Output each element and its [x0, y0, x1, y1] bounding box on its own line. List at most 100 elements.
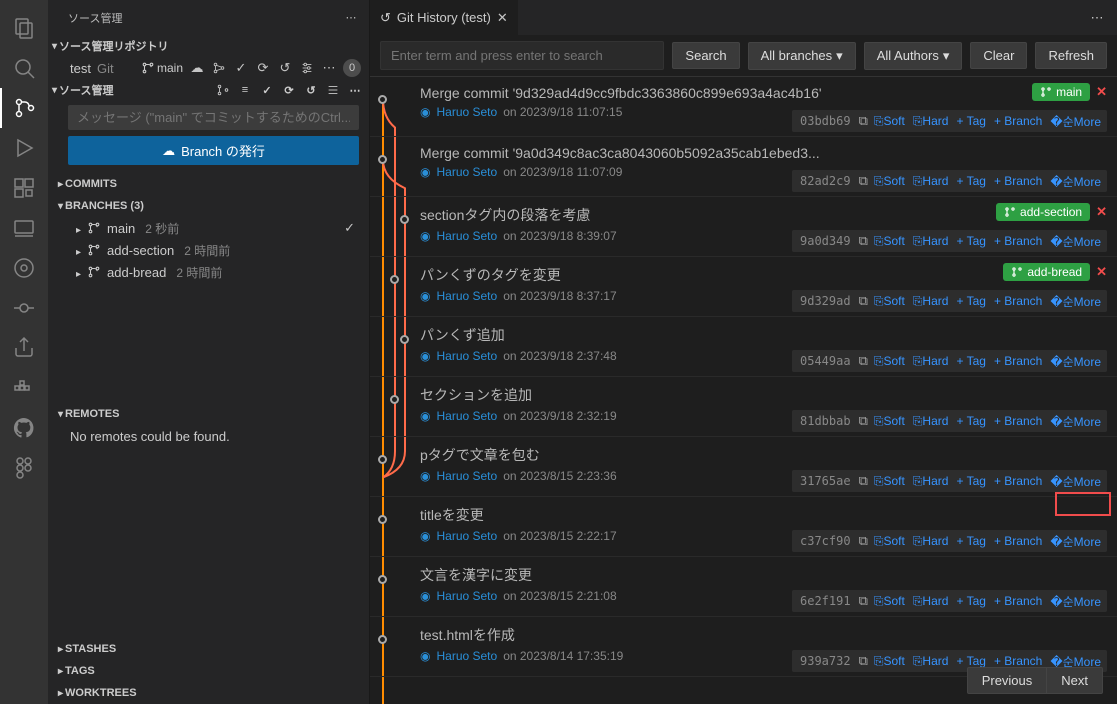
gitlens-icon[interactable]: [0, 248, 48, 288]
soft-reset-link[interactable]: ⎘Soft: [872, 654, 907, 669]
clipboard-icon[interactable]: ⧉: [859, 653, 868, 669]
branch-link[interactable]: + Branch: [992, 474, 1044, 488]
branch-item[interactable]: add-section 2 時間前: [48, 239, 369, 261]
tag-link[interactable]: + Tag: [954, 414, 987, 428]
remotes-section-header[interactable]: REMOTES: [48, 403, 369, 425]
more-link[interactable]: �순More: [1048, 173, 1103, 190]
tag-link[interactable]: + Tag: [954, 474, 987, 488]
soft-reset-link[interactable]: ⎘Soft: [872, 294, 907, 309]
eye-icon[interactable]: ◉: [420, 229, 430, 243]
more-icon[interactable]: ⋯: [343, 7, 359, 29]
more-icon[interactable]: ⋯: [1089, 7, 1105, 29]
tab-git-history[interactable]: ↺ Git History (test) ✕: [370, 0, 519, 35]
check-icon[interactable]: ✓: [233, 57, 249, 79]
stashes-section-header[interactable]: STASHES: [48, 638, 369, 660]
tag-link[interactable]: + Tag: [954, 354, 987, 368]
tag-link[interactable]: + Tag: [954, 594, 987, 608]
clipboard-icon[interactable]: ⧉: [859, 293, 868, 309]
branch-link[interactable]: + Branch: [992, 594, 1044, 608]
commit-row[interactable]: pタグで文章を包む ◉ Haruo Seto on 2023/8/15 2:23…: [370, 437, 1117, 497]
scm-section-header[interactable]: ソース管理 ≡ ✓ ⟳ ↺ ⋯: [48, 79, 369, 101]
commit-author[interactable]: Haruo Seto: [436, 529, 497, 543]
publish-branch-button[interactable]: ☁ Branch の発行: [68, 136, 359, 165]
search-button[interactable]: Search: [672, 42, 739, 69]
hard-reset-link[interactable]: ⎘Hard: [911, 654, 951, 669]
debug-icon[interactable]: [0, 128, 48, 168]
hard-reset-link[interactable]: ⎘Hard: [911, 234, 951, 249]
branch-badge[interactable]: add-bread: [1003, 263, 1090, 281]
source-control-icon[interactable]: [0, 88, 48, 128]
clipboard-icon[interactable]: ⧉: [859, 173, 868, 189]
commit-row[interactable]: add-section ✕ sectionタグ内の段落を考慮 ◉ Haruo S…: [370, 197, 1117, 257]
graph-icon[interactable]: [215, 79, 231, 101]
branches-section-header[interactable]: BRANCHES (3): [48, 195, 369, 217]
search-input[interactable]: [380, 41, 664, 70]
commit-author[interactable]: Haruo Seto: [436, 349, 497, 363]
delete-branch-icon[interactable]: ✕: [1096, 204, 1107, 220]
tag-link[interactable]: + Tag: [954, 534, 987, 548]
commits-section-header[interactable]: COMMITS: [48, 173, 369, 195]
commit-row[interactable]: セクションを追加 ◉ Haruo Seto on 2023/9/18 2:32:…: [370, 377, 1117, 437]
hard-reset-link[interactable]: ⎘Hard: [911, 594, 951, 609]
clipboard-icon[interactable]: ⧉: [859, 413, 868, 429]
soft-reset-link[interactable]: ⎘Soft: [872, 174, 907, 189]
branch-badge[interactable]: add-section: [996, 203, 1090, 221]
branch-item[interactable]: main 2 秒前 ✓: [48, 217, 369, 239]
delete-branch-icon[interactable]: ✕: [1096, 264, 1107, 280]
refresh-icon[interactable]: ⟳: [281, 79, 297, 101]
branch-indicator[interactable]: main: [141, 61, 183, 75]
github-icon[interactable]: [0, 408, 48, 448]
figma-icon[interactable]: [0, 448, 48, 488]
repo-row[interactable]: test Git main ☁ ✓ ⟳ ↺ ⋯ 0: [48, 57, 369, 79]
hard-reset-link[interactable]: ⎘Hard: [911, 114, 951, 129]
clipboard-icon[interactable]: ⧉: [859, 353, 868, 369]
commit-row[interactable]: 文言を漢字に変更 ◉ Haruo Seto on 2023/8/15 2:21:…: [370, 557, 1117, 617]
more-icon[interactable]: ⋯: [347, 79, 363, 101]
commit-row[interactable]: titleを変更 ◉ Haruo Seto on 2023/8/15 2:22:…: [370, 497, 1117, 557]
commits-icon[interactable]: [0, 288, 48, 328]
list-icon[interactable]: ≡: [237, 79, 253, 101]
hard-reset-link[interactable]: ⎘Hard: [911, 354, 951, 369]
more-link[interactable]: �순More: [1048, 233, 1103, 250]
soft-reset-link[interactable]: ⎘Soft: [872, 594, 907, 609]
commit-row[interactable]: add-bread ✕ パンくずのタグを変更 ◉ Haruo Seto on 2…: [370, 257, 1117, 317]
branch-link[interactable]: + Branch: [992, 174, 1044, 188]
commit-author[interactable]: Haruo Seto: [436, 469, 497, 483]
check-icon[interactable]: ✓: [259, 79, 275, 101]
more-link[interactable]: �순More: [1048, 353, 1103, 370]
branch-link[interactable]: + Branch: [992, 234, 1044, 248]
eye-icon[interactable]: ◉: [420, 529, 430, 543]
graph-icon[interactable]: [211, 57, 227, 79]
refresh-button[interactable]: Refresh: [1035, 42, 1107, 69]
search-icon[interactable]: [0, 48, 48, 88]
commit-author[interactable]: Haruo Seto: [436, 589, 497, 603]
tag-link[interactable]: + Tag: [954, 174, 987, 188]
branches-dropdown[interactable]: All branches▾: [748, 42, 856, 70]
tag-link[interactable]: + Tag: [954, 294, 987, 308]
branch-link[interactable]: + Branch: [992, 534, 1044, 548]
docker-icon[interactable]: [0, 368, 48, 408]
hard-reset-link[interactable]: ⎘Hard: [911, 534, 951, 549]
more-link[interactable]: �순More: [1048, 593, 1103, 610]
commit-author[interactable]: Haruo Seto: [436, 409, 497, 423]
refresh-icon[interactable]: ⟳: [255, 57, 271, 79]
commit-author[interactable]: Haruo Seto: [436, 289, 497, 303]
soft-reset-link[interactable]: ⎘Soft: [872, 234, 907, 249]
tag-link[interactable]: + Tag: [954, 114, 987, 128]
explorer-icon[interactable]: [0, 8, 48, 48]
settings-icon[interactable]: [325, 79, 341, 101]
eye-icon[interactable]: ◉: [420, 469, 430, 483]
soft-reset-link[interactable]: ⎘Soft: [872, 114, 907, 129]
hard-reset-link[interactable]: ⎘Hard: [911, 174, 951, 189]
clipboard-icon[interactable]: ⧉: [859, 593, 868, 609]
cloud-icon[interactable]: ☁: [189, 57, 205, 79]
delete-branch-icon[interactable]: ✕: [1096, 84, 1107, 100]
soft-reset-link[interactable]: ⎘Soft: [872, 354, 907, 369]
soft-reset-link[interactable]: ⎘Soft: [872, 414, 907, 429]
more-link[interactable]: �순More: [1048, 533, 1103, 550]
soft-reset-link[interactable]: ⎘Soft: [872, 534, 907, 549]
close-icon[interactable]: ✕: [497, 10, 508, 26]
authors-dropdown[interactable]: All Authors▾: [864, 42, 963, 70]
more-link[interactable]: �순More: [1048, 293, 1103, 310]
more-link[interactable]: �순More: [1048, 473, 1103, 490]
